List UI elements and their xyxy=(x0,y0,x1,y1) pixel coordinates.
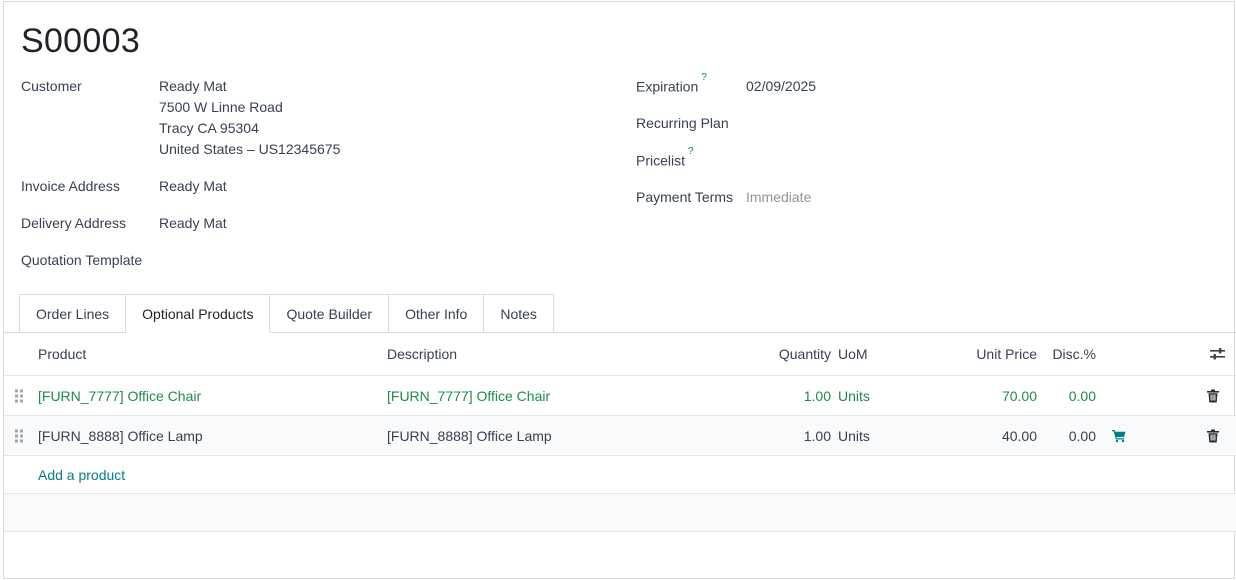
customer-label: Customer xyxy=(21,78,82,94)
customer-field[interactable]: Ready Mat 7500 W Linne Road Tracy CA 953… xyxy=(159,76,340,160)
tab-optional-products[interactable]: Optional Products xyxy=(126,294,271,333)
expiration-label: Expiration? xyxy=(636,72,707,95)
pricelist-help-icon[interactable]: ? xyxy=(688,146,694,157)
row-product[interactable]: [FURN_7777] Office Chair xyxy=(38,388,201,404)
row-product[interactable]: [FURN_8888] Office Lamp xyxy=(38,428,203,444)
col-discount-header[interactable]: Disc.% xyxy=(1052,346,1096,362)
payment-terms-field[interactable]: Immediate xyxy=(746,187,811,208)
row-discount[interactable]: 0.00 xyxy=(1069,388,1096,404)
customer-city: Tracy CA 95304 xyxy=(159,120,259,136)
table-header: Product Description Quantity UoM Unit Pr… xyxy=(4,333,1236,375)
optional-products-table: Product Description Quantity UoM Unit Pr… xyxy=(4,333,1236,532)
tab-other-info[interactable]: Other Info xyxy=(389,294,485,333)
quotation-template-label: Quotation Template xyxy=(21,252,143,268)
pricelist-field[interactable] xyxy=(746,150,1046,171)
col-uom-header[interactable]: UoM xyxy=(838,346,868,362)
row-description[interactable]: [FURN_8888] Office Lamp xyxy=(387,428,552,444)
drag-handle-icon[interactable] xyxy=(15,389,24,402)
col-description-header[interactable]: Description xyxy=(387,346,457,362)
expiration-label-text: Expiration xyxy=(636,78,699,95)
payment-terms-label: Payment Terms xyxy=(636,189,733,205)
recurring-plan-field[interactable] xyxy=(746,113,1046,134)
expiration-help-icon[interactable]: ? xyxy=(701,72,707,83)
col-quantity-header[interactable]: Quantity xyxy=(779,346,831,362)
cart-icon[interactable] xyxy=(1112,429,1126,442)
row-description[interactable]: [FURN_7777] Office Chair xyxy=(387,388,550,404)
customer-name: Ready Mat xyxy=(159,78,227,94)
invoice-address-field[interactable]: Ready Mat xyxy=(159,176,227,197)
form-sheet: S00003 Customer Ready Mat 7500 W Linne R… xyxy=(3,1,1236,579)
delivery-address-label: Delivery Address xyxy=(21,215,127,231)
pricelist-label-text: Pricelist xyxy=(636,152,686,169)
recurring-plan-label: Recurring Plan xyxy=(636,115,729,131)
add-line-row: Add a product xyxy=(4,455,1236,493)
table-footer xyxy=(4,493,1236,532)
row-unit-price[interactable]: 70.00 xyxy=(1002,388,1037,404)
table-row[interactable]: [FURN_8888] Office Lamp [FURN_8888] Offi… xyxy=(4,415,1236,455)
pricelist-label: Pricelist? xyxy=(636,146,694,169)
trash-icon[interactable] xyxy=(1207,429,1219,442)
tab-quote-builder[interactable]: Quote Builder xyxy=(270,294,390,333)
quotation-template-field[interactable] xyxy=(159,250,459,271)
delivery-address-field[interactable]: Ready Mat xyxy=(159,213,227,234)
col-unit-price-header[interactable]: Unit Price xyxy=(976,346,1037,362)
row-discount[interactable]: 0.00 xyxy=(1069,428,1096,444)
sliders-icon[interactable] xyxy=(1210,347,1225,361)
row-quantity[interactable]: 1.00 xyxy=(804,388,831,404)
customer-street: 7500 W Linne Road xyxy=(159,99,283,115)
customer-country-vat: United States – US12345675 xyxy=(159,141,341,157)
notebook-tabs: Order Lines Optional Products Quote Buil… xyxy=(19,294,554,333)
row-unit-price[interactable]: 40.00 xyxy=(1002,428,1037,444)
col-product-header[interactable]: Product xyxy=(38,346,86,362)
tab-notes[interactable]: Notes xyxy=(484,294,554,333)
table-row[interactable]: [FURN_7777] Office Chair [FURN_7777] Off… xyxy=(4,375,1236,415)
invoice-address-label: Invoice Address xyxy=(21,178,120,194)
trash-icon[interactable] xyxy=(1207,389,1219,402)
record-title: S00003 xyxy=(21,22,141,60)
row-quantity[interactable]: 1.00 xyxy=(804,428,831,444)
tab-order-lines[interactable]: Order Lines xyxy=(19,294,127,333)
drag-handle-icon[interactable] xyxy=(15,429,24,442)
expiration-field[interactable]: 02/09/2025 xyxy=(746,76,816,97)
row-uom[interactable]: Units xyxy=(838,388,870,404)
row-uom[interactable]: Units xyxy=(838,428,870,444)
add-product-link[interactable]: Add a product xyxy=(38,467,125,483)
